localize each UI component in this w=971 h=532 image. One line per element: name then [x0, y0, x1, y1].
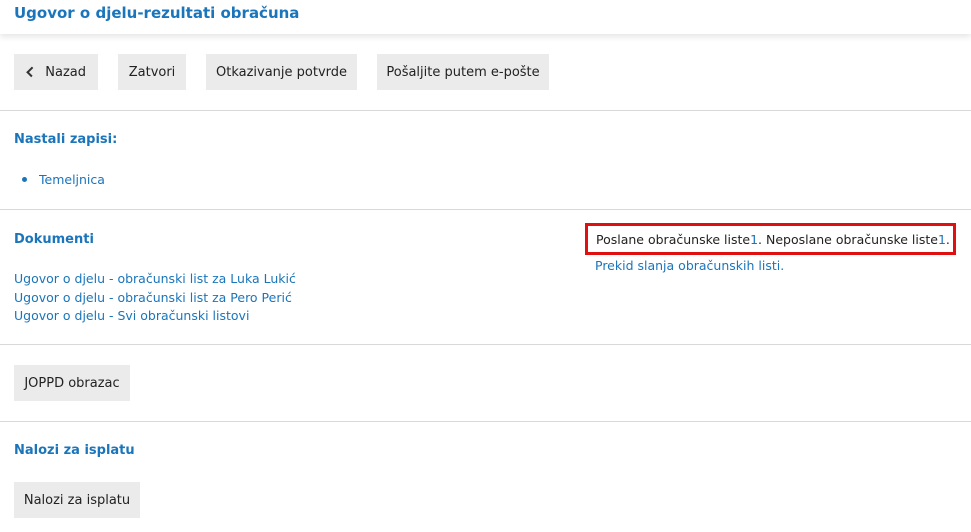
sending-status-notice: Poslane obračunske liste 1. Neposlane ob… [585, 223, 956, 255]
divider [0, 209, 971, 210]
chevron-left-icon [26, 66, 38, 78]
document-link[interactable]: Ugovor o djelu - obračunski list za Luka… [14, 270, 296, 289]
page-header: Ugovor o djelu-rezultati obračuna [0, 0, 971, 34]
notice-end: . [945, 231, 950, 247]
joppd-button[interactable]: JOPPD obrazac [14, 365, 130, 401]
back-button[interactable]: Nazad [14, 54, 98, 90]
divider [0, 421, 971, 422]
cancel-confirmation-button[interactable]: Otkazivanje potvrde [206, 54, 357, 90]
payment-orders-button[interactable]: Nalozi za isplatu [14, 482, 140, 518]
unsent-label: . Neposlane obračunske liste [758, 231, 938, 247]
bullet-icon [22, 177, 27, 182]
divider [0, 344, 971, 345]
payments-title: Nalozi za isplatu [14, 443, 135, 458]
divider [0, 110, 971, 111]
document-link[interactable]: Ugovor o djelu - Svi obračunski listovi [14, 307, 296, 326]
page-title: Ugovor o djelu-rezultati obračuna [14, 4, 300, 22]
send-email-button[interactable]: Pošaljite putem e-pošte [377, 54, 549, 90]
unsent-count-link[interactable]: 1 [938, 232, 946, 247]
sent-label: Poslane obračunske liste [596, 231, 751, 247]
record-link-temeljnica[interactable]: Temeljnica [39, 172, 105, 187]
documents-title: Dokumenti [14, 232, 94, 247]
document-links: Ugovor o djelu - obračunski list za Luka… [14, 270, 296, 326]
document-link[interactable]: Ugovor o djelu - obračunski list za Pero… [14, 289, 296, 308]
list-item: Temeljnica [22, 172, 105, 187]
back-button-label: Nazad [45, 64, 86, 80]
records-title: Nastali zapisi: [14, 132, 118, 147]
stop-sending-link[interactable]: Prekid slanja obračunskih listi. [595, 258, 784, 273]
sent-count-link[interactable]: 1 [750, 232, 758, 247]
close-button[interactable]: Zatvori [118, 54, 186, 90]
